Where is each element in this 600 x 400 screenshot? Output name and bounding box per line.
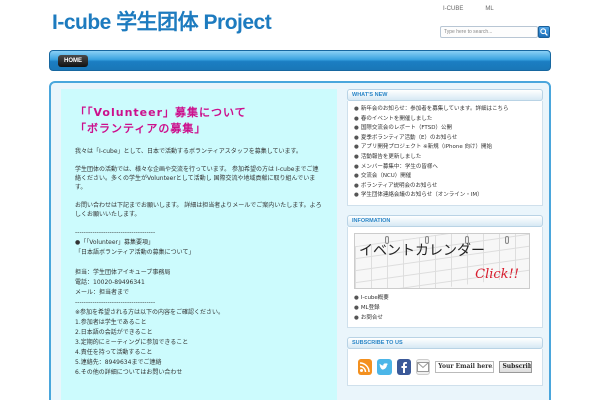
main-navbar: HOME bbox=[49, 50, 551, 71]
bullet-icon: ● bbox=[354, 106, 359, 112]
post-title[interactable]: 「「Volunteer」募集について 「ボランティアの募集」 bbox=[75, 105, 323, 137]
top-link-ml[interactable]: ML bbox=[485, 6, 493, 12]
post-line: ------------------------------------- bbox=[75, 299, 156, 306]
bullet-icon: ● bbox=[354, 192, 359, 199]
bullet-icon: ● bbox=[354, 173, 359, 180]
post-line: 4.責任を持って活動すること bbox=[75, 349, 153, 356]
bullet-icon: ● bbox=[354, 134, 359, 141]
bullet-icon: ● bbox=[354, 144, 359, 151]
post-paragraph: 学生団体の活動では、様々な企画や交流を行っています。 参加希望の方は I-cub… bbox=[75, 166, 319, 191]
bullet-icon: ● bbox=[354, 294, 359, 301]
news-item[interactable]: ● ボランティア説明会のお知らせ bbox=[354, 182, 536, 192]
post-line: 電話：10020-89496341 bbox=[75, 279, 145, 286]
news-item[interactable]: ● 春のイベントを開催しました bbox=[354, 115, 536, 125]
twitter-icon[interactable] bbox=[377, 358, 392, 375]
post-line: ※参加を希望される方は以下の内容をご確認ください。 bbox=[75, 309, 225, 316]
post-line: メール：担当者まで bbox=[75, 289, 130, 296]
sidebar: WHAT'S NEW ● 新年会のお知らせ：参加者を募集しています。詳細はこちら … bbox=[347, 89, 543, 386]
main-wrapper: 「「Volunteer」募集について 「ボランティアの募集」 我々は「I-cub… bbox=[49, 81, 551, 400]
calendar-ring-icon bbox=[505, 235, 509, 244]
info-link[interactable]: ● I-cube概要 bbox=[354, 293, 536, 303]
bullet-icon: ● bbox=[354, 125, 359, 132]
post-line: 1.参加者は学生であること bbox=[75, 319, 147, 326]
post-line: 担当：学生団体アイキューブ事務局 bbox=[75, 269, 171, 276]
info-widget-heading: INFORMATION bbox=[347, 214, 543, 227]
news-item[interactable]: ● 国際交流会のレポート（FTSD）公開 bbox=[354, 124, 536, 134]
post-paragraph: お問い合わせは下記までお願いします。 詳細は担当者よりメールでご案内いたします。… bbox=[75, 202, 322, 218]
bullet-icon: ● bbox=[354, 163, 359, 170]
bullet-icon: ● bbox=[354, 153, 359, 160]
news-item[interactable]: ● 学生団体連絡会議のお知らせ（オンライン・IM） bbox=[354, 191, 536, 201]
post-line: 「日本語ボランティア活動の募集について」 bbox=[75, 249, 195, 256]
news-widget: ● 新年会のお知らせ：参加者を募集しています。詳細はこちら ● 春のイベントを開催し… bbox=[347, 101, 543, 206]
bullet-icon: ● bbox=[354, 182, 359, 189]
banner-click-text: Click!! bbox=[475, 266, 519, 282]
news-item[interactable]: ● 交流会（NCU）開催 bbox=[354, 172, 536, 182]
post-line: 5.連絡先：8949634までご連絡 bbox=[75, 359, 162, 366]
post-line: ------------------------------------- bbox=[75, 229, 156, 236]
subscribe-email-input[interactable]: Your Email here... bbox=[435, 360, 495, 373]
rss-icon[interactable] bbox=[358, 358, 373, 375]
post-paragraph: 我々は「I-cube」として、日本で活動するボランティアスタッフを募集しています… bbox=[75, 148, 302, 155]
bullet-icon: ● bbox=[354, 115, 359, 122]
search-button[interactable] bbox=[538, 26, 550, 38]
nav-home-button[interactable]: HOME bbox=[58, 55, 88, 67]
email-icon[interactable] bbox=[415, 358, 431, 375]
post-detail-lines: ------------------------------------- ●「… bbox=[75, 228, 323, 378]
post-line bbox=[75, 258, 323, 268]
info-widget: イベントカレンダー Click!! ● I-cube概要 ● ML登録 ● お問合せ bbox=[347, 226, 543, 328]
top-link-icube[interactable]: I-CUBE bbox=[443, 6, 463, 12]
post-line: 2.日本語の会話ができること bbox=[75, 329, 153, 336]
event-calendar-banner[interactable]: イベントカレンダー Click!! bbox=[354, 232, 530, 289]
post-title-line-2: 「ボランティアの募集」 bbox=[75, 122, 207, 135]
top-links: I-CUBE ML bbox=[443, 6, 494, 12]
news-item[interactable]: ● 活動報告を更新しました bbox=[354, 153, 536, 163]
news-item[interactable]: ● 夏季ボランティア活動（E）のお知らせ bbox=[354, 134, 536, 144]
post-line: 3.定期的にミーティングに参加できること bbox=[75, 339, 189, 346]
post-line: 6.その他の詳細についてはお問い合わせ bbox=[75, 369, 183, 376]
subscribe-button[interactable]: Subscribe bbox=[499, 360, 532, 373]
bullet-icon: ● bbox=[354, 304, 359, 311]
news-item[interactable]: ● メンバー募集中：学生の皆様へ bbox=[354, 163, 536, 173]
info-link[interactable]: ● ML登録 bbox=[354, 303, 536, 313]
subscribe-widget-heading: SUBSCRIBE TO US bbox=[347, 336, 543, 349]
news-widget-heading: WHAT'S NEW bbox=[347, 89, 543, 101]
search-icon bbox=[540, 28, 548, 36]
site-title[interactable]: I-cube 学生团体 Project bbox=[52, 6, 272, 36]
facebook-icon[interactable] bbox=[396, 358, 411, 375]
post-title-line-1: 「「Volunteer」募集について bbox=[75, 106, 247, 119]
bullet-icon: ● bbox=[354, 314, 359, 321]
search-input[interactable]: Type here to search... bbox=[440, 26, 538, 38]
subscribe-widget: Your Email here... Subscribe bbox=[347, 348, 543, 386]
post-line: ●「「Volunteer」募集要項」 bbox=[75, 239, 155, 246]
post-content: 「「Volunteer」募集について 「ボランティアの募集」 我々は「I-cub… bbox=[61, 89, 337, 400]
banner-title: イベントカレンダー bbox=[359, 242, 485, 259]
info-link[interactable]: ● お問合せ bbox=[354, 313, 536, 323]
news-item[interactable]: ● 新年会のお知らせ：参加者を募集しています。詳細はこちら bbox=[354, 105, 536, 115]
news-item[interactable]: ● アプリ開発プロジェクト ※新規（iPhone 向け）開始 bbox=[354, 143, 536, 153]
